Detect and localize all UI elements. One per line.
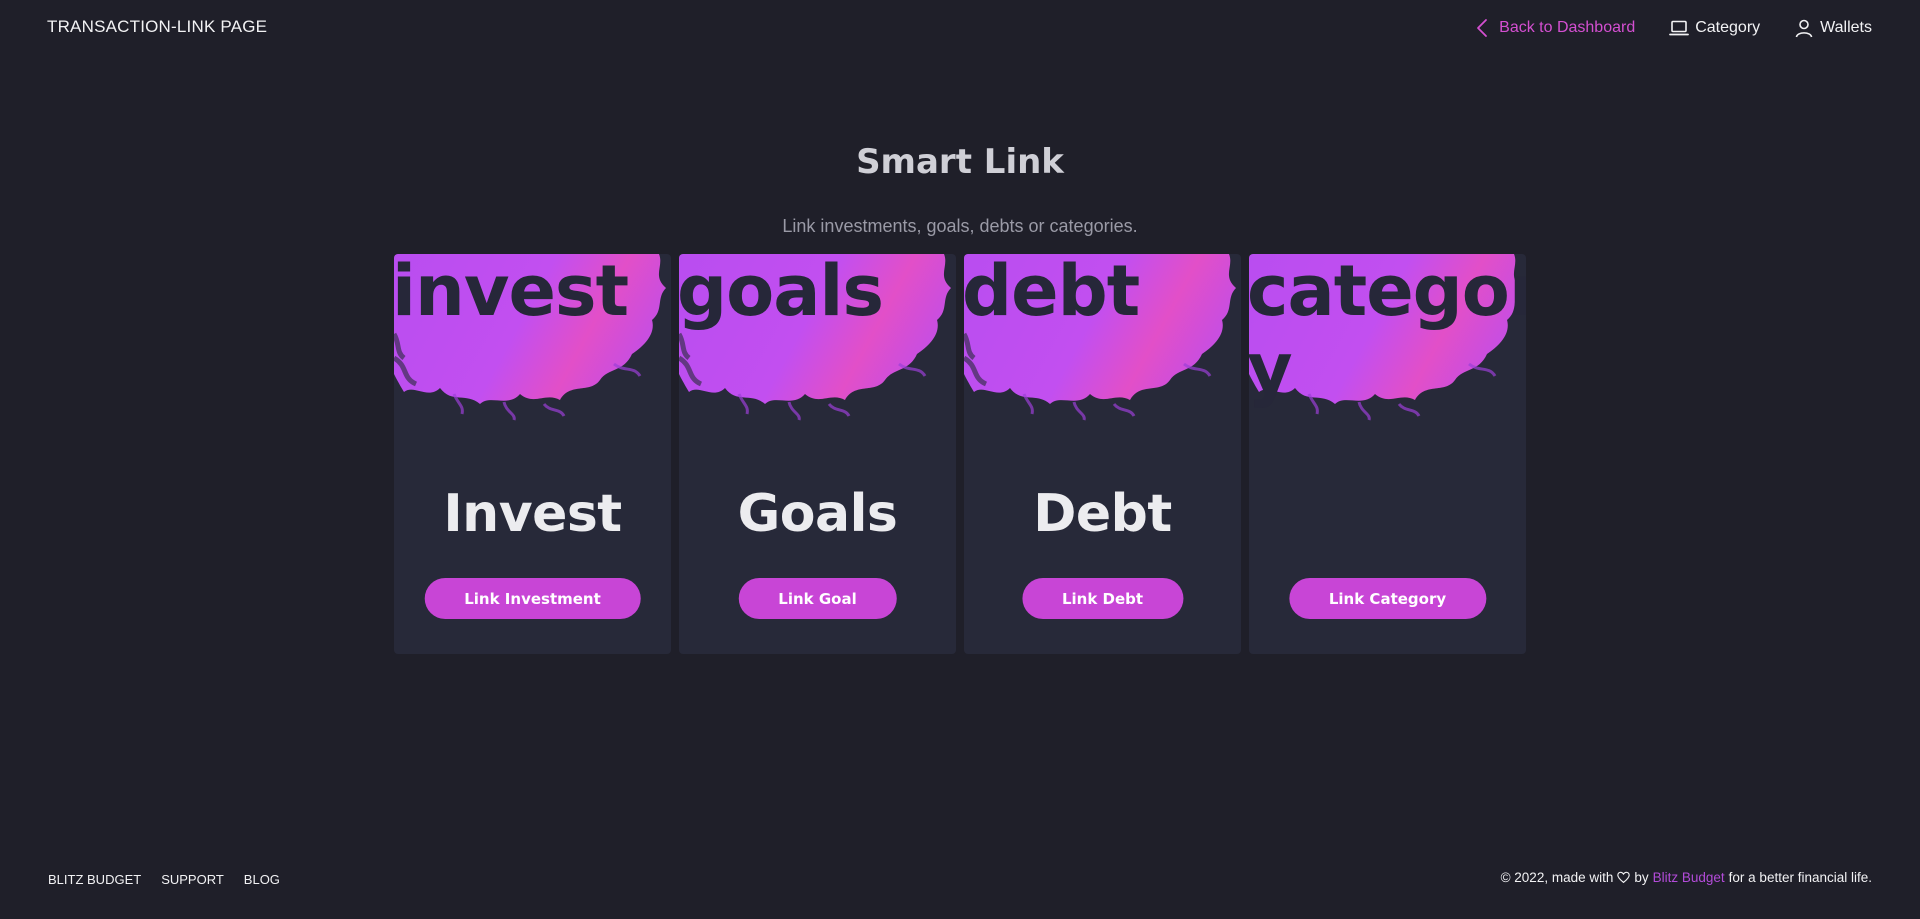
copyright: © 2022, made with by Blitz Budget for a … (1501, 870, 1872, 885)
copyright-suffix: for a better financial life. (1728, 870, 1872, 885)
card-art-word: invest (394, 254, 629, 332)
link-cards: invest Invest Link Investment goals Goal… (394, 254, 1526, 654)
card-goals: goals Goals Link Goal (679, 254, 956, 654)
category-link[interactable]: Category (1669, 18, 1760, 38)
heart-icon (1617, 871, 1631, 884)
wallets-link[interactable]: Wallets (1794, 18, 1872, 38)
page-title: TRANSACTION-LINK PAGE (47, 17, 268, 36)
link-investment-button[interactable]: Link Investment (424, 578, 641, 619)
transaction-link-page: TRANSACTION-LINK PAGE Back to Dashboard … (0, 0, 1920, 919)
back-to-dashboard-link[interactable]: Back to Dashboard (1473, 18, 1635, 38)
card-label: Goals (737, 484, 898, 544)
smoke-art: goals (679, 254, 956, 424)
card-invest: invest Invest Link Investment (394, 254, 671, 654)
card-art-word: category (1249, 254, 1526, 410)
footer-links: BLITZ BUDGET SUPPORT BLOG (48, 872, 280, 887)
link-goal-button[interactable]: Link Goal (738, 578, 897, 619)
user-icon (1794, 18, 1814, 38)
card-label: Invest (443, 484, 622, 544)
top-bar: TRANSACTION-LINK PAGE Back to Dashboard … (0, 0, 1920, 58)
card-debt: debt Debt Link Debt (964, 254, 1241, 654)
card-category: category Link Category (1249, 254, 1526, 654)
blitz-budget-link[interactable]: Blitz Budget (1653, 870, 1725, 885)
smoke-art: debt (964, 254, 1241, 424)
footer-link-blitz-budget[interactable]: BLITZ BUDGET (48, 872, 141, 887)
chevron-left-icon (1473, 18, 1493, 38)
copyright-prefix: © 2022, made with (1500, 870, 1614, 885)
link-debt-button[interactable]: Link Debt (1021, 578, 1184, 619)
card-label: Debt (1033, 484, 1172, 544)
copyright-by: by (1634, 870, 1649, 885)
back-to-dashboard-label: Back to Dashboard (1499, 19, 1636, 36)
main-subtitle: Link investments, goals, debts or catego… (782, 216, 1138, 236)
top-nav: Back to Dashboard Category Wallets (1473, 18, 1872, 38)
card-art-word: goals (679, 254, 884, 332)
laptop-icon (1669, 18, 1690, 38)
smoke-art: invest (394, 254, 671, 424)
main-title: Smart Link (856, 142, 1064, 182)
link-category-button[interactable]: Link Category (1288, 578, 1487, 619)
smoke-art: category (1249, 254, 1526, 424)
card-art-word: debt (964, 254, 1140, 332)
category-label: Category (1695, 19, 1761, 36)
wallets-label: Wallets (1820, 19, 1872, 36)
footer-link-support[interactable]: SUPPORT (161, 872, 224, 887)
footer-link-blog[interactable]: BLOG (244, 872, 280, 887)
